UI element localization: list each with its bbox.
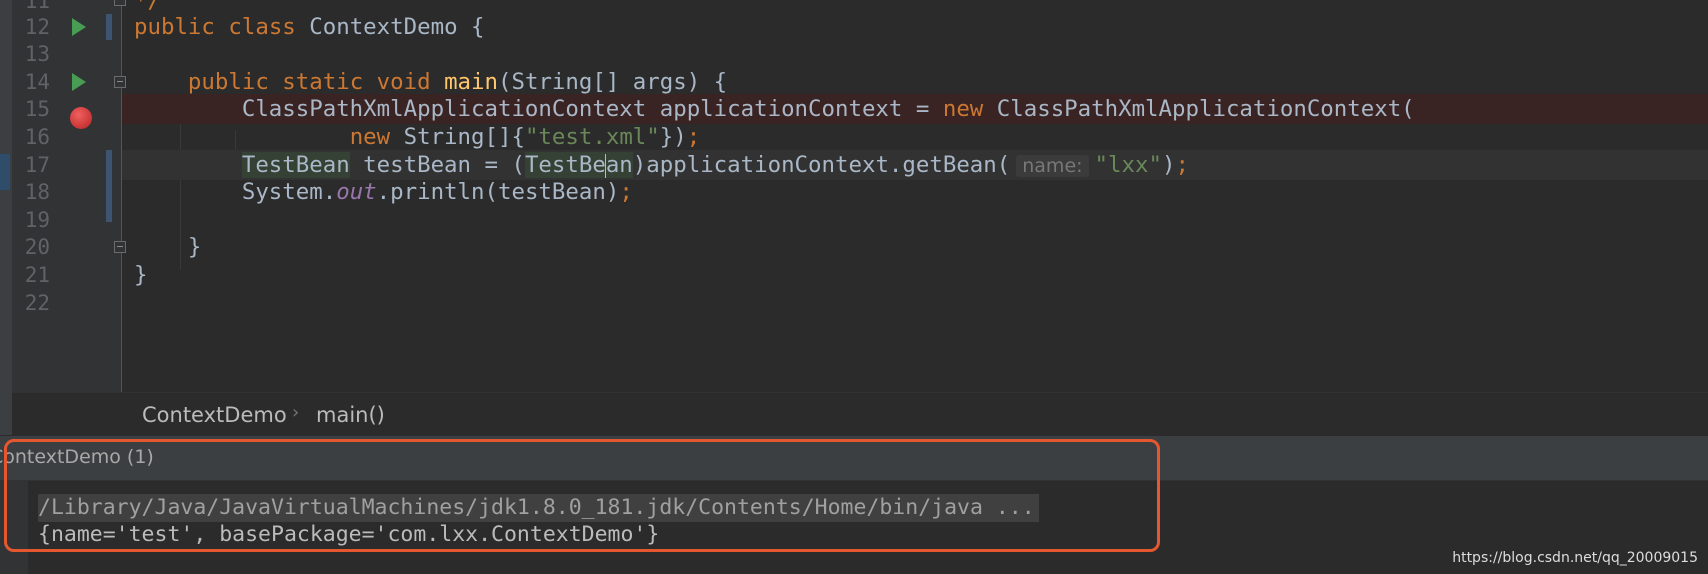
line-number: 15 [24, 97, 50, 121]
keyword-public: public [187, 69, 269, 95]
open-brace: { [457, 14, 485, 40]
breadcrumb-separator-icon: › [292, 402, 300, 423]
run-triangle-icon[interactable] [72, 73, 86, 91]
close-paren: }) [659, 124, 687, 150]
breadcrumb-method[interactable]: main() [316, 403, 385, 427]
type-name: ClassPathXmlApplicationContext [241, 96, 647, 122]
code-line-16: new String[]{"test.xml"}); [122, 122, 1708, 152]
code-line-12: public class ContextDemo { [122, 12, 1708, 42]
method-signature: (String[] args) { [498, 69, 728, 95]
class-name: ContextDemo [309, 14, 458, 40]
array-type: String[]{ [390, 124, 525, 150]
console-toolbar [0, 481, 28, 574]
line-number: 22 [24, 291, 50, 315]
code-line-21: } [122, 260, 1708, 290]
keyword-class: class [228, 14, 296, 40]
line-number: 13 [24, 42, 50, 66]
constructor-call: ClassPathXmlApplicationContext( [983, 96, 1415, 122]
code-line-17: TestBean testBean = (TestBean)applicatio… [122, 150, 1708, 180]
keyword-void: void [376, 69, 431, 95]
type-name: TestBean [241, 152, 350, 178]
println-call: .println(testBean) [376, 179, 620, 205]
run-panel-header: ContextDemo (1) [0, 436, 1708, 481]
parameter-hint: name: [1016, 155, 1089, 177]
line-number: 21 [24, 263, 50, 287]
semicolon: ; [1175, 152, 1189, 178]
method-call: )applicationContext.getBean( [632, 152, 1011, 178]
line-number: 14 [24, 70, 50, 94]
line-number: 16 [24, 125, 50, 149]
console-command-line: /Library/Java/JavaVirtualMachines/jdk1.8… [38, 494, 1039, 522]
system-class: System. [241, 179, 337, 205]
ide-window: 11 12 13 14 15 16 17 18 19 20 21 22 */ p… [0, 0, 1708, 574]
line-number: 19 [24, 208, 50, 232]
breakpoint-icon[interactable] [70, 107, 92, 129]
tool-strip-marker [0, 154, 10, 190]
semicolon: ; [619, 179, 633, 205]
breadcrumb-class[interactable]: ContextDemo [142, 403, 287, 427]
close-brace: } [134, 262, 148, 288]
variable-assign: applicationContext = [646, 96, 943, 122]
change-marker [106, 14, 112, 40]
code-editor[interactable]: */ public class ContextDemo { public sta… [122, 0, 1708, 392]
variable-assign: testBean = ( [349, 152, 525, 178]
semicolon: ; [686, 124, 701, 150]
string-literal: "lxx" [1094, 152, 1162, 178]
run-triangle-icon[interactable] [72, 18, 86, 36]
cast-type-b: an [605, 152, 633, 178]
code-line-15: ClassPathXmlApplicationContext applicati… [122, 94, 1708, 124]
cast-type-a: TestBe [524, 152, 606, 178]
keyword-public: public [134, 14, 215, 40]
run-tab-title[interactable]: ContextDemo (1) [0, 446, 154, 468]
change-marker [106, 150, 112, 222]
close-paren: ) [1161, 152, 1176, 178]
code-line-14: public static void main(String[] args) { [122, 67, 1708, 97]
method-name: main [444, 69, 498, 95]
watermark: https://blog.csdn.net/qq_20009015 [1452, 550, 1698, 566]
static-field: out [336, 179, 377, 205]
keyword-new: new [942, 96, 984, 122]
console-output-line: {name='test', basePackage='com.lxx.Conte… [38, 522, 660, 547]
code-line-18: System.out.println(testBean); [122, 177, 1708, 207]
close-brace: } [187, 234, 202, 260]
string-literal: "test.xml" [524, 124, 660, 150]
code-line-20: } [122, 232, 1708, 262]
line-number: 17 [24, 153, 50, 177]
line-number: 18 [24, 180, 50, 204]
line-number: 12 [24, 15, 50, 39]
breadcrumb: ContextDemo › main() [12, 392, 1708, 437]
line-number: 20 [24, 235, 50, 259]
keyword-static: static [282, 69, 364, 95]
keyword-new: new [349, 124, 391, 150]
